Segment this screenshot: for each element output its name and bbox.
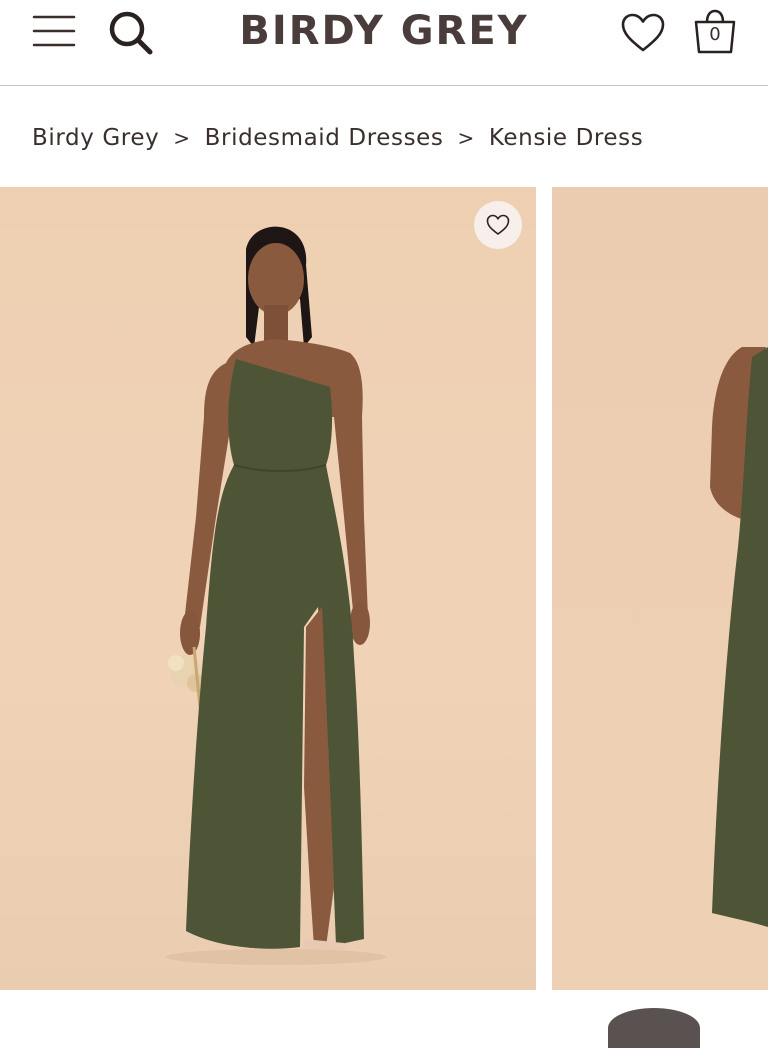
brand-logo[interactable]: BIRDY GREY [239, 8, 528, 54]
product-image-gallery[interactable] [0, 187, 768, 990]
search-icon[interactable] [108, 9, 154, 55]
breadcrumb: Birdy Grey > Bridesmaid Dresses > Kensie… [32, 118, 643, 158]
heart-outline-icon [486, 214, 510, 235]
favorite-button[interactable] [474, 201, 522, 249]
chat-widget-button[interactable] [608, 1008, 700, 1048]
breadcrumb-category[interactable]: Bridesmaid Dresses [205, 125, 444, 151]
wishlist-heart-icon[interactable] [620, 12, 666, 54]
product-image-secondary[interactable] [552, 187, 768, 990]
breadcrumb-home[interactable]: Birdy Grey [32, 125, 159, 151]
hamburger-menu-icon[interactable] [32, 14, 76, 48]
breadcrumb-separator: > [457, 126, 475, 150]
breadcrumb-current: Kensie Dress [488, 125, 644, 151]
model-photo-illustration [710, 347, 768, 927]
product-image-main[interactable] [0, 187, 536, 990]
shopping-bag-icon[interactable]: 0 [692, 8, 738, 56]
cart-count-badge: 0 [709, 24, 721, 45]
model-photo-illustration [166, 226, 386, 965]
breadcrumb-separator: > [173, 126, 191, 150]
site-header: BIRDY GREY 0 [0, 0, 768, 86]
